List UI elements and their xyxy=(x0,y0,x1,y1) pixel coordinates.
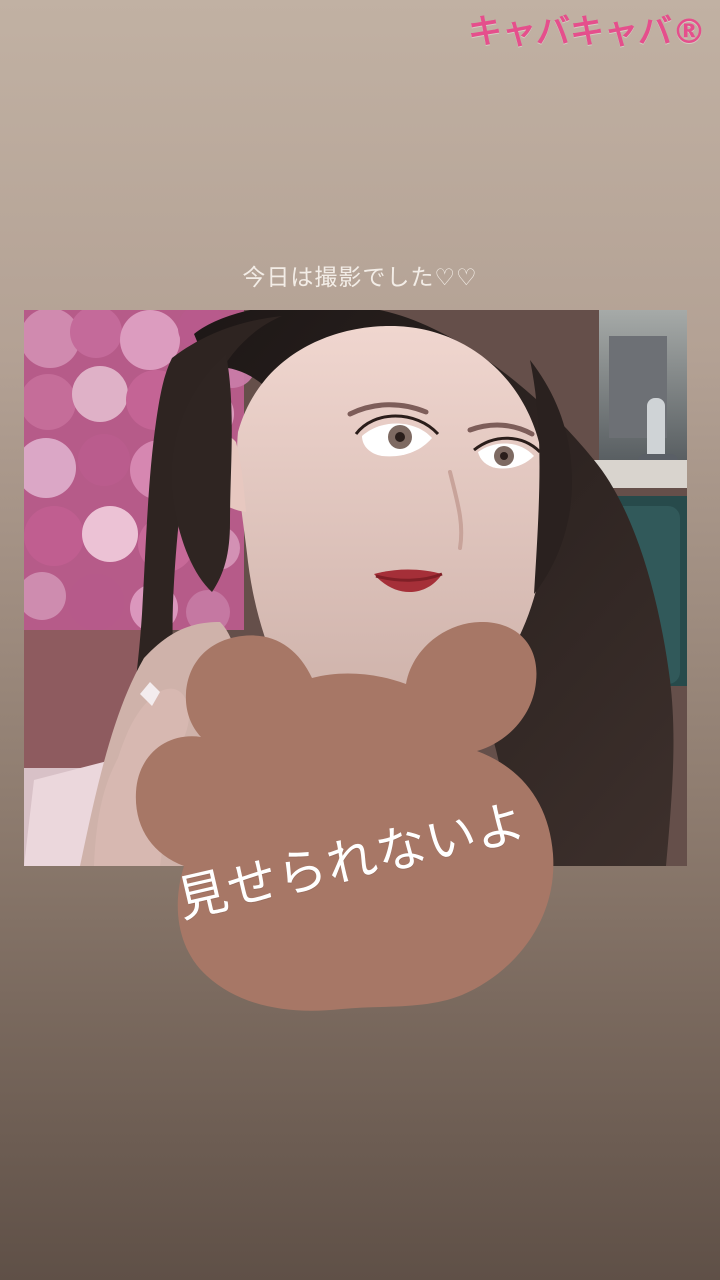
brand-logo: キャバキャバ® xyxy=(468,12,706,52)
story-caption: 今日は撮影でした♡♡ xyxy=(242,265,478,291)
